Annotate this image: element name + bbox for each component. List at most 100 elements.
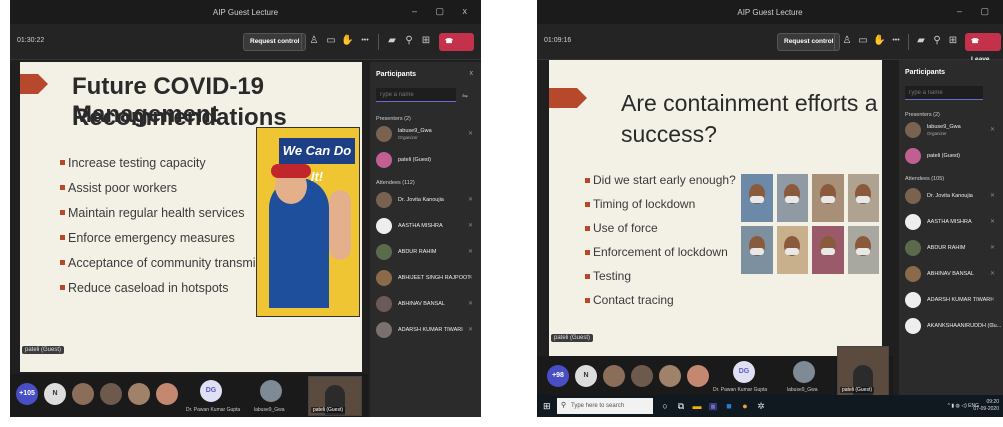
request-control-button[interactable]: Request control [777,33,841,51]
taskbar-search-box[interactable]: Type here to search [557,398,653,414]
taskbar-clock[interactable]: 09:20 07-09-2020 [973,399,999,413]
avatar[interactable] [687,365,709,387]
slide-accent [20,74,48,94]
participant-name: ABDUR RAHIM [927,245,966,251]
mic-off-icon[interactable]: ⚲ [403,35,415,47]
more-options-icon[interactable]: ••• [890,35,902,47]
participant-row[interactable]: ABHINAV BANSAL ✕ [376,294,477,316]
raise-hand-icon[interactable]: ✋ [873,35,885,47]
title-bar: AIP Guest Lecture – ▢ [537,0,1003,24]
avatar [376,192,392,208]
overflow-count-avatar[interactable]: +98 [547,365,569,387]
participant-row[interactable]: pateli (Guest) [376,150,477,172]
camera-off-icon[interactable]: ▰ [386,35,398,47]
share-icon[interactable]: ⊞ [420,35,432,47]
overflow-count-avatar[interactable]: +105 [16,383,38,405]
title-bar: AIP Guest Lecture – ▢ x [10,0,481,24]
video-roster: +98 N DG Dr. Pawan Kumar Gupta labuse9_G… [537,346,893,396]
avatar[interactable] [659,365,681,387]
avatar[interactable] [631,365,653,387]
leave-button[interactable]: ☎ [439,33,474,51]
bullet-item: Maintain regular health services [60,200,285,225]
participant-row[interactable]: ABDUR RAHIM ✕ [376,242,477,264]
close-icon[interactable]: x [470,70,474,77]
mic-off-icon: ✕ [467,301,473,307]
participant-row[interactable]: AKANKSHAANIRUDDH (Gu... ✕ [905,316,1001,338]
participant-role: Organizer [398,135,418,140]
raise-hand-icon[interactable]: ✋ [341,35,353,47]
presenters-label: Presenters (2) [905,112,940,118]
more-options-icon[interactable]: ••• [359,35,371,47]
participant-row[interactable]: AASTHA MISHRA ✕ [376,216,477,238]
we-can-do-it-poster: We Can Do It! [256,127,360,317]
participant-row[interactable]: ABDUR RAHIM ✕ [905,238,999,260]
participant-row[interactable]: labuse9_Gwa Organizer ✕ [376,124,477,146]
participant-row[interactable]: ADARSH KUMAR TIWARI ✕ [376,320,477,342]
avatar[interactable] [128,383,150,405]
participant-search-input[interactable] [905,86,983,100]
camera-tile[interactable]: pateli (Guest) [308,376,362,416]
poster-text: We Can Do It! [279,138,355,184]
participant-row[interactable]: ADARSH KUMAR TIWARI ✕ [905,290,999,312]
mic-off-icon: ✕ [467,327,473,333]
bullet-item: Enforce emergency measures [60,225,285,250]
avatar [376,296,392,312]
presenters-label: Presenters (2) [376,116,411,122]
avatar[interactable]: N [44,383,66,405]
participant-search-input[interactable] [376,88,456,102]
word-icon[interactable]: ■ [723,400,735,412]
slide-bullets: Increase testing capacity Assist poor wo… [60,150,285,300]
participant-row[interactable]: pateli (Guest) [905,146,999,168]
attendees-label: Attendees (112) [376,180,415,186]
avatar-dg[interactable]: DG [733,361,755,383]
teams-icon[interactable]: ▣ [707,400,719,412]
avatar[interactable] [603,365,625,387]
share-invite-icon[interactable]: ⇋ [462,92,468,100]
window-controls[interactable]: – ▢ [957,6,997,17]
avatar[interactable] [260,380,282,402]
avatar [376,270,392,286]
mic-off-icon: ✕ [467,197,473,203]
avatar[interactable] [793,361,815,383]
bullet-item: Reduce caseload in hotspots [60,275,285,300]
mic-off-icon: ✕ [467,249,473,255]
camera-off-icon[interactable]: ▰ [915,35,927,47]
avatar [905,148,921,164]
slide-bullets: Did we start early enough? Timing of loc… [585,168,736,312]
settings-gear-icon[interactable]: ✲ [755,400,767,412]
file-explorer-icon[interactable]: ▬ [691,400,703,412]
meeting-toolbar: 01:09:16 Request control ♙ ▭ ✋ ••• ▰ ⚲ ⊞… [537,24,1003,63]
avatar[interactable] [156,383,178,405]
chat-icon[interactable]: ▭ [857,35,869,47]
participant-row[interactable]: AASTHA MISHRA ✕ [905,212,999,234]
participant-row[interactable]: Dr. Jovita Kanoujia ✕ [376,190,477,212]
chrome-icon[interactable]: ● [739,400,751,412]
cortana-icon[interactable]: ○ [659,400,671,412]
share-icon[interactable]: ⊞ [947,35,959,47]
toolbar-divider [301,34,302,50]
participant-row[interactable]: ABHINAV BANSAL ✕ [905,264,999,286]
avatar [376,244,392,260]
avatar-dg[interactable]: DG [200,380,222,402]
request-control-button[interactable]: Request control [243,33,307,51]
participant-row[interactable]: Dr. Jovita Kanoujia ✕ [905,186,999,208]
camera-tile[interactable]: pateli (Guest) [837,346,889,396]
participant-name: labuse9_Gwa [398,128,432,134]
leave-button[interactable]: ☎ Leave [965,33,1001,63]
task-view-icon[interactable]: ⧉ [675,400,687,412]
avatar[interactable] [100,383,122,405]
windows-start-icon[interactable]: ⊞ [543,401,551,411]
worker-photo [812,174,844,222]
mic-off-icon[interactable]: ⚲ [931,35,943,47]
people-icon[interactable]: ♙ [308,35,320,47]
worker-photo [741,226,773,274]
participants-panel: Participants x ⇋ Presenters (2) labuse9_… [370,62,481,417]
participant-row[interactable]: ABHIJEET SINGH RAJPOOT ✕ [376,268,477,290]
avatar[interactable]: N [575,365,597,387]
chat-icon[interactable]: ▭ [325,35,337,47]
poster-arm [329,190,351,260]
avatar[interactable] [72,383,94,405]
window-controls[interactable]: – ▢ x [412,6,475,17]
participant-row[interactable]: labuse9_Gwa Organizer ✕ [905,120,999,142]
people-icon[interactable]: ♙ [841,35,853,47]
